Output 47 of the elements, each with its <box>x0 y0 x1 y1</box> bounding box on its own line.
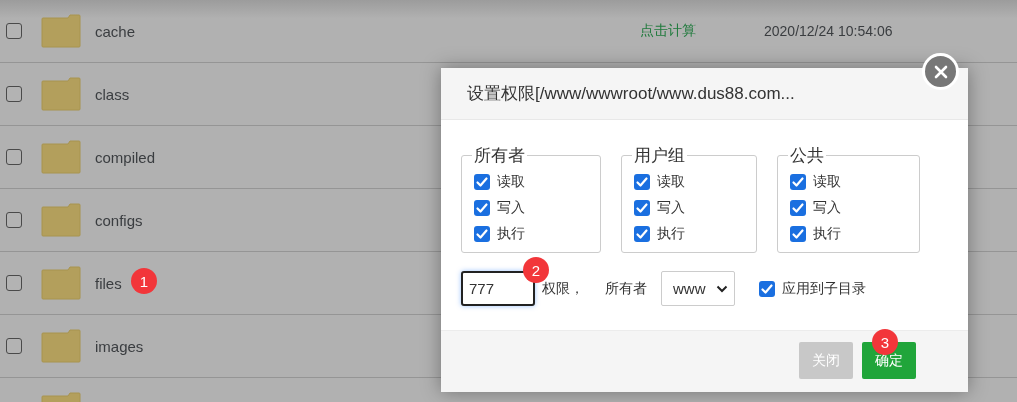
checkbox[interactable] <box>759 280 775 297</box>
checkbox-label[interactable]: 写入 <box>813 199 841 217</box>
folder-icon <box>41 140 81 174</box>
checkbox[interactable] <box>474 200 490 216</box>
folder-icon <box>41 14 81 48</box>
checkbox-label[interactable]: 执行 <box>813 225 841 243</box>
checkbox[interactable] <box>6 86 22 102</box>
file-name[interactable]: images <box>95 337 144 355</box>
file-name[interactable]: class <box>95 85 130 103</box>
checkbox[interactable] <box>634 200 650 216</box>
owner-label: 所有者 <box>605 279 647 298</box>
group-legend: 公共 <box>788 144 826 167</box>
checkbox[interactable] <box>634 226 650 242</box>
checkbox[interactable] <box>790 200 806 216</box>
group-legend: 用户组 <box>632 144 687 167</box>
chevron-icon <box>716 284 728 293</box>
checkbox-label[interactable]: 写入 <box>657 199 685 217</box>
checkbox[interactable] <box>634 174 650 190</box>
group-legend: 所有者 <box>472 144 527 167</box>
checkbox-label[interactable]: 执行 <box>497 225 525 243</box>
file-name[interactable]: cache <box>95 22 136 40</box>
modified-time: 2020/12/24 10:54:06 <box>764 23 893 39</box>
folder-icon <box>41 203 81 237</box>
checkbox[interactable] <box>790 226 806 242</box>
file-name[interactable]: configs <box>95 211 143 229</box>
file-name[interactable]: files <box>95 274 122 292</box>
close-icon <box>933 64 948 79</box>
checkbox[interactable] <box>6 149 22 165</box>
checkbox-label[interactable]: 读取 <box>657 173 685 191</box>
folder-icon <box>41 329 81 363</box>
folder-icon <box>41 266 81 300</box>
checkbox-label[interactable]: 执行 <box>657 225 685 243</box>
checkbox[interactable] <box>474 226 490 242</box>
file-name[interactable]: compiled <box>95 148 156 166</box>
checkbox[interactable] <box>6 212 22 228</box>
checkbox[interactable] <box>6 23 22 39</box>
owner-select[interactable]: www <box>661 271 735 306</box>
checkbox-label[interactable]: 应用到子目录 <box>782 279 866 298</box>
checkbox[interactable] <box>6 338 22 354</box>
checkbox-label[interactable]: 写入 <box>497 199 525 217</box>
checkbox-label[interactable]: 读取 <box>813 173 841 191</box>
checkbox[interactable] <box>6 275 22 291</box>
dialog-title: 设置权限[/www/wwwroot/www.dus88.com... <box>467 83 795 105</box>
folder-icon <box>41 77 81 111</box>
checkbox-label[interactable]: 读取 <box>497 173 525 191</box>
checkbox[interactable] <box>474 174 490 190</box>
checkbox[interactable] <box>790 174 806 190</box>
